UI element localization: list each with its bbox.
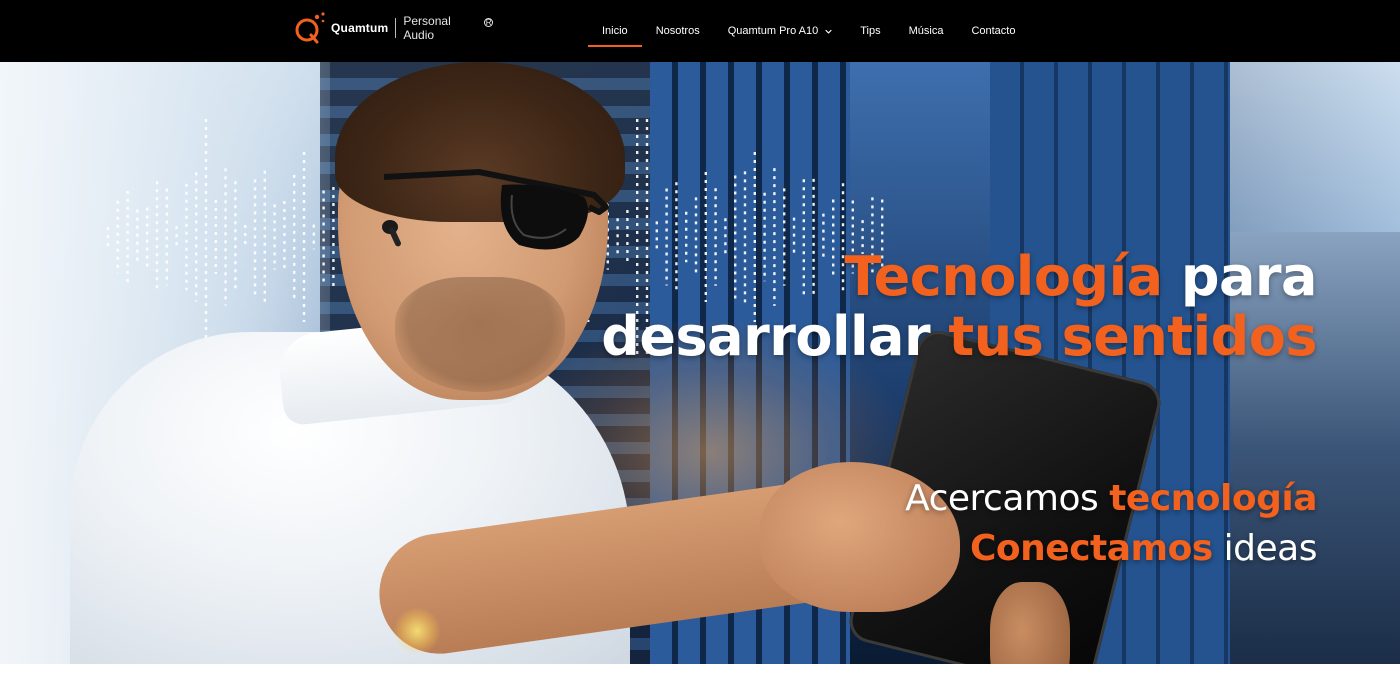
registered-mark: R [484,17,493,27]
tagline-highlight: Conectamos [970,528,1213,569]
person-beard [395,277,565,392]
tagline-highlight: tecnología [1109,478,1317,519]
nav-item-label: Quamtum Pro A10 [727,25,819,37]
nav-item-quamtum-pro-a10[interactable]: Quamtum Pro A10 [714,0,847,62]
hero-banner: Tecnología para desarrollar tus sentidos… [0,62,1400,664]
headline-text: para [1162,245,1318,308]
quamtum-logo-icon [293,11,327,45]
nav-item-label: Inicio [602,25,628,37]
brand-name: Quamtum [331,21,389,35]
tagline-text: Acercamos [905,478,1110,519]
lens-flare [393,607,441,655]
hero-headline: Tecnología para desarrollar tus sentidos [601,247,1317,367]
brand-divider [395,18,397,38]
headline-highlight: Tecnología [844,245,1163,308]
tagline-text: ideas [1212,528,1318,569]
person-hand-holding-tablet [990,582,1070,664]
main-navigation: Inicio Nosotros Quamtum Pro A10 Tips Mús… [588,0,1029,62]
chevron-down-icon[interactable] [825,28,832,35]
nav-item-label: Nosotros [655,25,700,37]
hero-tagline: Acercamos tecnología Conectamos ideas [905,474,1317,574]
nav-item-label: Contacto [971,25,1016,37]
headline-text: desarrollar [601,305,949,368]
headline-highlight: tus sentidos [948,305,1317,368]
brand-logo[interactable]: Quamtum Personal Audio R [293,8,493,48]
nav-item-contacto[interactable]: Contacto [957,0,1029,62]
nav-item-nosotros[interactable]: Nosotros [642,0,714,62]
brand-subtitle: Personal Audio [403,14,451,42]
nav-item-label: Música [908,25,944,37]
nav-item-tips[interactable]: Tips [846,0,894,62]
earbud-icon [380,217,408,249]
nav-item-label: Tips [860,25,881,37]
nav-item-inicio[interactable]: Inicio [588,0,642,62]
sunglasses-icon [384,167,609,252]
site-header: Quamtum Personal Audio R Inicio Nosotros… [0,0,1400,62]
nav-item-musica[interactable]: Música [895,0,958,62]
